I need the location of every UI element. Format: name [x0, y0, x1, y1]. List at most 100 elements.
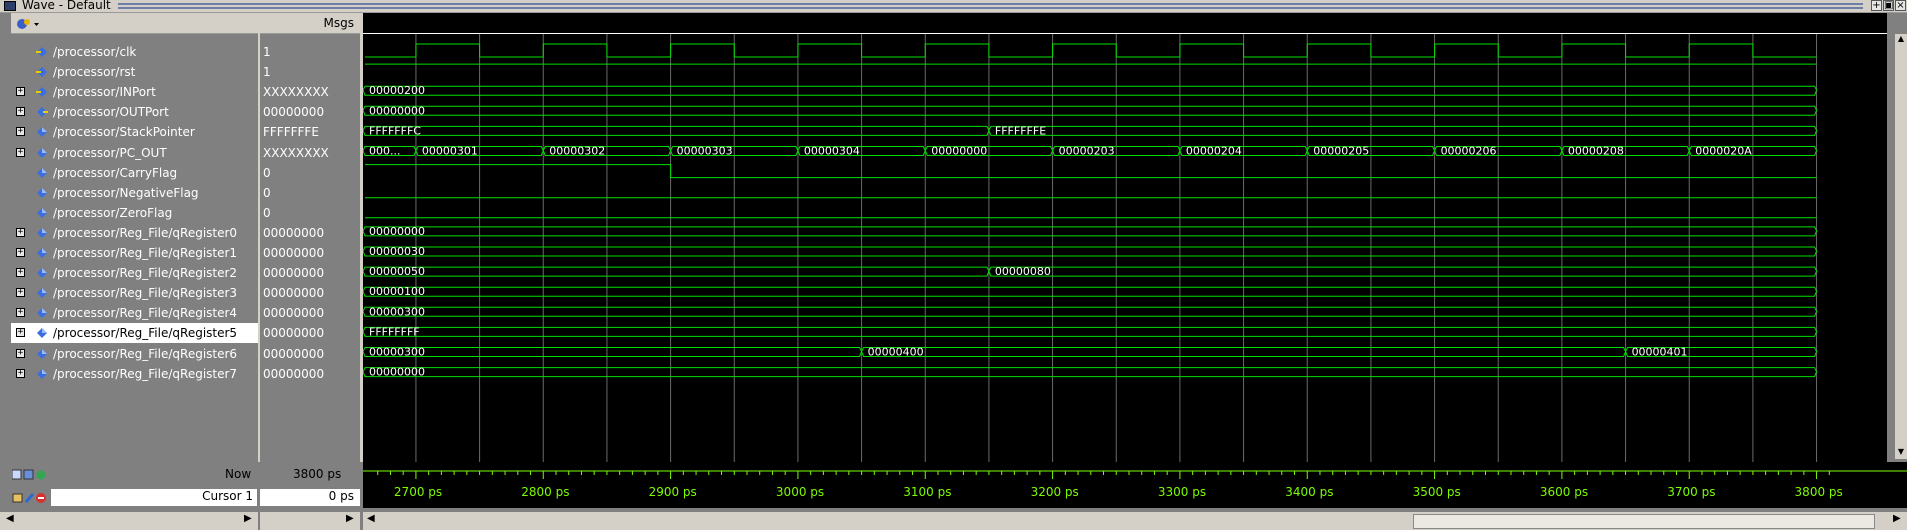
signal-value-row[interactable]: 00000000	[260, 263, 360, 283]
bus-value-label: 00000400	[868, 346, 924, 359]
signal-value: 00000000	[263, 326, 325, 341]
signal-diamond-icon	[37, 268, 47, 279]
cursor-name-field[interactable]: Cursor 1	[51, 489, 257, 506]
signal-value-row[interactable]: 00000000	[260, 243, 360, 263]
waveform-canvas[interactable]: 00000200 00000000 FFFFFFFC FFFFFFFE 000... 00…	[363, 13, 1887, 472]
scroll-left-icon[interactable]: ◀	[367, 513, 375, 524]
time-ruler[interactable]: 2700 ps 2800 ps 2900 ps 3000 ps 3100 ps 3200 …	[363, 462, 1907, 508]
signal-value-row[interactable]: 00000000	[260, 283, 360, 303]
signal-row[interactable]: + /processor/Reg_File/qRegister0	[11, 223, 258, 243]
bus-segment	[363, 286, 1818, 297]
signal-value-row[interactable]: XXXXXXXX	[260, 143, 360, 163]
expand-icon[interactable]: +	[16, 268, 25, 278]
signal-name: /processor/Reg_File/qRegister3	[53, 286, 238, 301]
signal-row[interactable]: + /processor/Reg_File/qRegister5	[11, 323, 258, 344]
bus-value-label: 00000208	[1568, 145, 1624, 158]
expand-icon[interactable]: +	[16, 87, 25, 97]
scroll-right-icon[interactable]: ▶	[346, 513, 354, 524]
cursor-tools-icon[interactable]	[12, 469, 48, 481]
time-axis[interactable]: 2700 ps 2800 ps 2900 ps 3000 ps 3100 ps 3200 …	[363, 462, 1907, 508]
scroll-thumb[interactable]	[1413, 514, 1875, 529]
signal-value-row[interactable]: 1	[260, 42, 360, 62]
bus-segment	[363, 306, 1818, 317]
scroll-right-icon[interactable]: ▶	[244, 513, 252, 524]
signal-value-row[interactable]: FFFFFFFE	[260, 122, 360, 142]
scroll-left-icon[interactable]: ◀	[6, 513, 14, 524]
left-gutter	[0, 13, 11, 472]
signal-row[interactable]: + /processor/Reg_File/qRegister1	[11, 243, 258, 263]
scroll-up-icon[interactable]: ▲	[1896, 34, 1906, 44]
signal-row[interactable]: /processor/NegativeFlag	[11, 183, 258, 203]
signal-row[interactable]: + /processor/OUTPort	[11, 102, 258, 122]
scroll-down-icon[interactable]: ▼	[1896, 447, 1906, 457]
wave-tools-icon[interactable]	[15, 16, 41, 32]
signal-value: XXXXXXXX	[263, 85, 329, 100]
expand-icon[interactable]: +	[16, 368, 25, 378]
signal-value-row[interactable]: 00000000	[260, 102, 360, 122]
signal-value-row[interactable]: 00000000	[260, 223, 360, 243]
wave-hscrollbar[interactable]: ◀ ▶	[363, 512, 1907, 530]
restore-icon[interactable]: ▣	[1883, 0, 1894, 11]
signal-value-row[interactable]: XXXXXXXX	[260, 82, 360, 102]
signal-name: /processor/NegativeFlag	[53, 185, 199, 200]
signal-row[interactable]: + /processor/INPort	[11, 82, 258, 102]
signal-row[interactable]: + /processor/Reg_File/qRegister7	[11, 364, 258, 384]
expand-icon[interactable]: +	[16, 147, 25, 157]
expand-icon[interactable]: +	[16, 308, 25, 318]
signal-value-row[interactable]: 0	[260, 203, 360, 223]
signal-diamond-icon	[37, 368, 47, 379]
cursor-edit-icon[interactable]	[12, 491, 52, 505]
input-arrow-icon	[36, 87, 47, 98]
drag-grip[interactable]	[118, 3, 1863, 9]
title-bar[interactable]: Wave - Default + ▣ ×	[0, 0, 1907, 13]
vertical-scrollbar[interactable]: ▲ ▼	[1895, 34, 1907, 459]
signal-row[interactable]: /processor/ZeroFlag	[11, 203, 258, 223]
signal-diamond-icon	[37, 227, 47, 238]
signal-value-row[interactable]: 0	[260, 163, 360, 183]
expand-icon[interactable]: +	[16, 107, 25, 117]
signal-row[interactable]: + /processor/Reg_File/qRegister6	[11, 344, 258, 364]
signal-row[interactable]: /processor/CarryFlag	[11, 163, 258, 183]
signal-row[interactable]: /processor/rst	[11, 62, 258, 82]
names-hscrollbar[interactable]: ◀ ▶	[0, 512, 258, 530]
bus-segment	[363, 125, 990, 136]
expand-icon[interactable]: +	[16, 248, 25, 257]
signal-row[interactable]: + /processor/PC_OUT	[11, 143, 258, 163]
signal-value-row[interactable]: 0	[260, 183, 360, 203]
cursor-value-field[interactable]: 0 ps	[260, 489, 360, 506]
axis-tick-label: 3800 ps	[1795, 485, 1843, 499]
axis-tick-label: 3300 ps	[1158, 485, 1206, 499]
signal-value-row[interactable]: 00000000	[260, 364, 360, 384]
close-icon[interactable]: ×	[1895, 0, 1906, 11]
signal-row[interactable]: + /processor/StackPointer	[11, 122, 258, 142]
bus-value-label: 00000300	[369, 346, 425, 359]
bus-segment	[363, 367, 1818, 378]
signal-row[interactable]: + /processor/Reg_File/qRegister3	[11, 283, 258, 303]
scroll-right-icon[interactable]: ▶	[1893, 513, 1901, 524]
signal-name: /processor/Reg_File/qRegister0	[53, 225, 238, 240]
signal-name: /processor/Reg_File/qRegister7	[53, 366, 238, 381]
expand-icon[interactable]: +	[16, 127, 25, 137]
signal-value: 00000000	[263, 225, 325, 240]
expand-icon[interactable]: +	[16, 288, 25, 298]
signal-row[interactable]: + /processor/Reg_File/qRegister2	[11, 263, 258, 283]
signal-diamond-icon	[37, 147, 47, 158]
signal-diamond-icon	[37, 348, 47, 359]
signal-row[interactable]: + /processor/Reg_File/qRegister4	[11, 303, 258, 323]
signal-value-row[interactable]: 00000000	[260, 323, 360, 343]
expand-icon[interactable]: +	[16, 328, 25, 338]
window-title: Wave - Default	[22, 0, 111, 12]
expand-icon[interactable]: +	[16, 348, 25, 358]
signal-diamond-icon	[37, 167, 47, 178]
maximize-icon[interactable]: +	[1871, 0, 1882, 11]
bus-value-label: 00000000	[369, 225, 425, 238]
values-hscrollbar[interactable]: ▶	[260, 512, 360, 530]
bus-segment	[988, 266, 1818, 277]
expand-icon[interactable]: +	[16, 227, 25, 237]
signal-value-row[interactable]: 00000000	[260, 303, 360, 323]
waveform-pane[interactable]: 00000200 00000000 FFFFFFFC FFFFFFFE 000... 00…	[363, 13, 1887, 472]
bus-segment	[363, 246, 1818, 257]
signal-value-row[interactable]: 00000000	[260, 344, 360, 364]
signal-row[interactable]: /processor/clk	[11, 42, 258, 62]
signal-value-row[interactable]: 1	[260, 62, 360, 82]
